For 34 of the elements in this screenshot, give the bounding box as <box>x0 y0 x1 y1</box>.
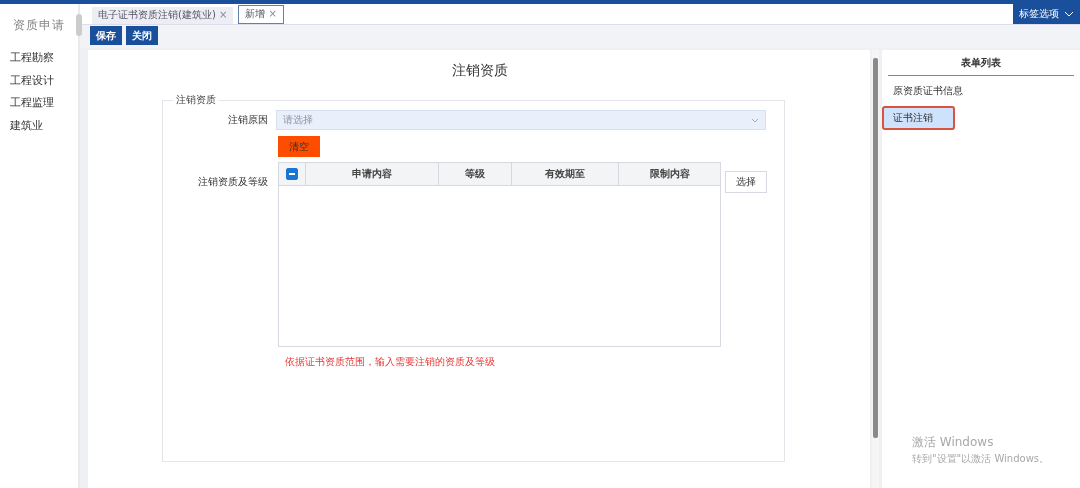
form-list-item[interactable]: 证书注销 <box>882 106 955 130</box>
scrollbar[interactable] <box>872 50 879 488</box>
field-label: 注销资质及等级 <box>197 175 269 189</box>
clear-button[interactable]: 清空 <box>278 136 320 157</box>
tab-label: 新增 <box>245 8 266 19</box>
chevron-down-icon <box>1064 11 1074 17</box>
sidebar-item[interactable]: 工程勘察 <box>0 50 78 73</box>
toolbar-button[interactable]: 保存 <box>90 26 122 45</box>
toolbar-button[interactable]: 关闭 <box>126 26 158 45</box>
form-list-item[interactable]: 原资质证书信息 <box>882 79 1080 103</box>
column-header: 等级 <box>439 163 512 185</box>
sidebar-item[interactable]: 工程设计 <box>0 72 78 95</box>
tab-options-button[interactable]: 标签选项 <box>1013 4 1080 24</box>
column-header: 有效期至 <box>512 163 619 185</box>
tab[interactable]: 电子证书资质注销(建筑业) × <box>92 7 234 24</box>
activation-text: 转到"设置"以激活 Windows。 <box>912 452 1050 466</box>
fieldset-legend: 注销资质 <box>173 93 219 107</box>
close-icon[interactable]: × <box>268 8 277 19</box>
form-title: 注销资质 <box>451 62 509 80</box>
activation-title: 激活 Windows <box>912 434 995 451</box>
collapse-handle[interactable] <box>76 14 82 36</box>
sidebar-item[interactable]: 工程监理 <box>0 95 78 118</box>
sidebar-title: 资质申请 <box>12 17 66 34</box>
form-list-title: 表单列表 <box>888 56 1074 76</box>
column-header: 申请内容 <box>306 163 439 185</box>
sidebar-item[interactable]: 建筑业 <box>0 117 78 140</box>
tab[interactable]: 新增 × <box>238 5 284 24</box>
select-button[interactable]: 选择 <box>725 171 767 193</box>
field-label: 注销原因 <box>227 113 269 127</box>
chevron-down-icon <box>751 117 759 123</box>
header-checkbox[interactable] <box>286 168 298 180</box>
tab-label: 电子证书资质注销(建筑业) <box>98 9 216 20</box>
hint-text: 依据证书资质范围，输入需要注销的资质及等级 <box>285 355 496 369</box>
column-header: 限制内容 <box>648 167 691 181</box>
